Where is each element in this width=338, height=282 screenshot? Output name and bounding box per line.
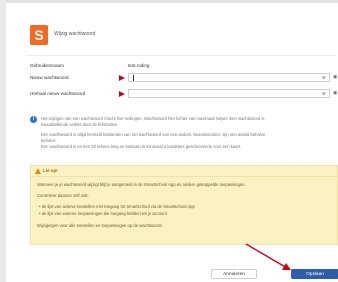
annotation-arrow-line (245, 243, 288, 269)
annotation-arrow (245, 243, 291, 270)
window: S Wijzig wachtwoord Gebruikersnaam test.… (0, 0, 338, 282)
